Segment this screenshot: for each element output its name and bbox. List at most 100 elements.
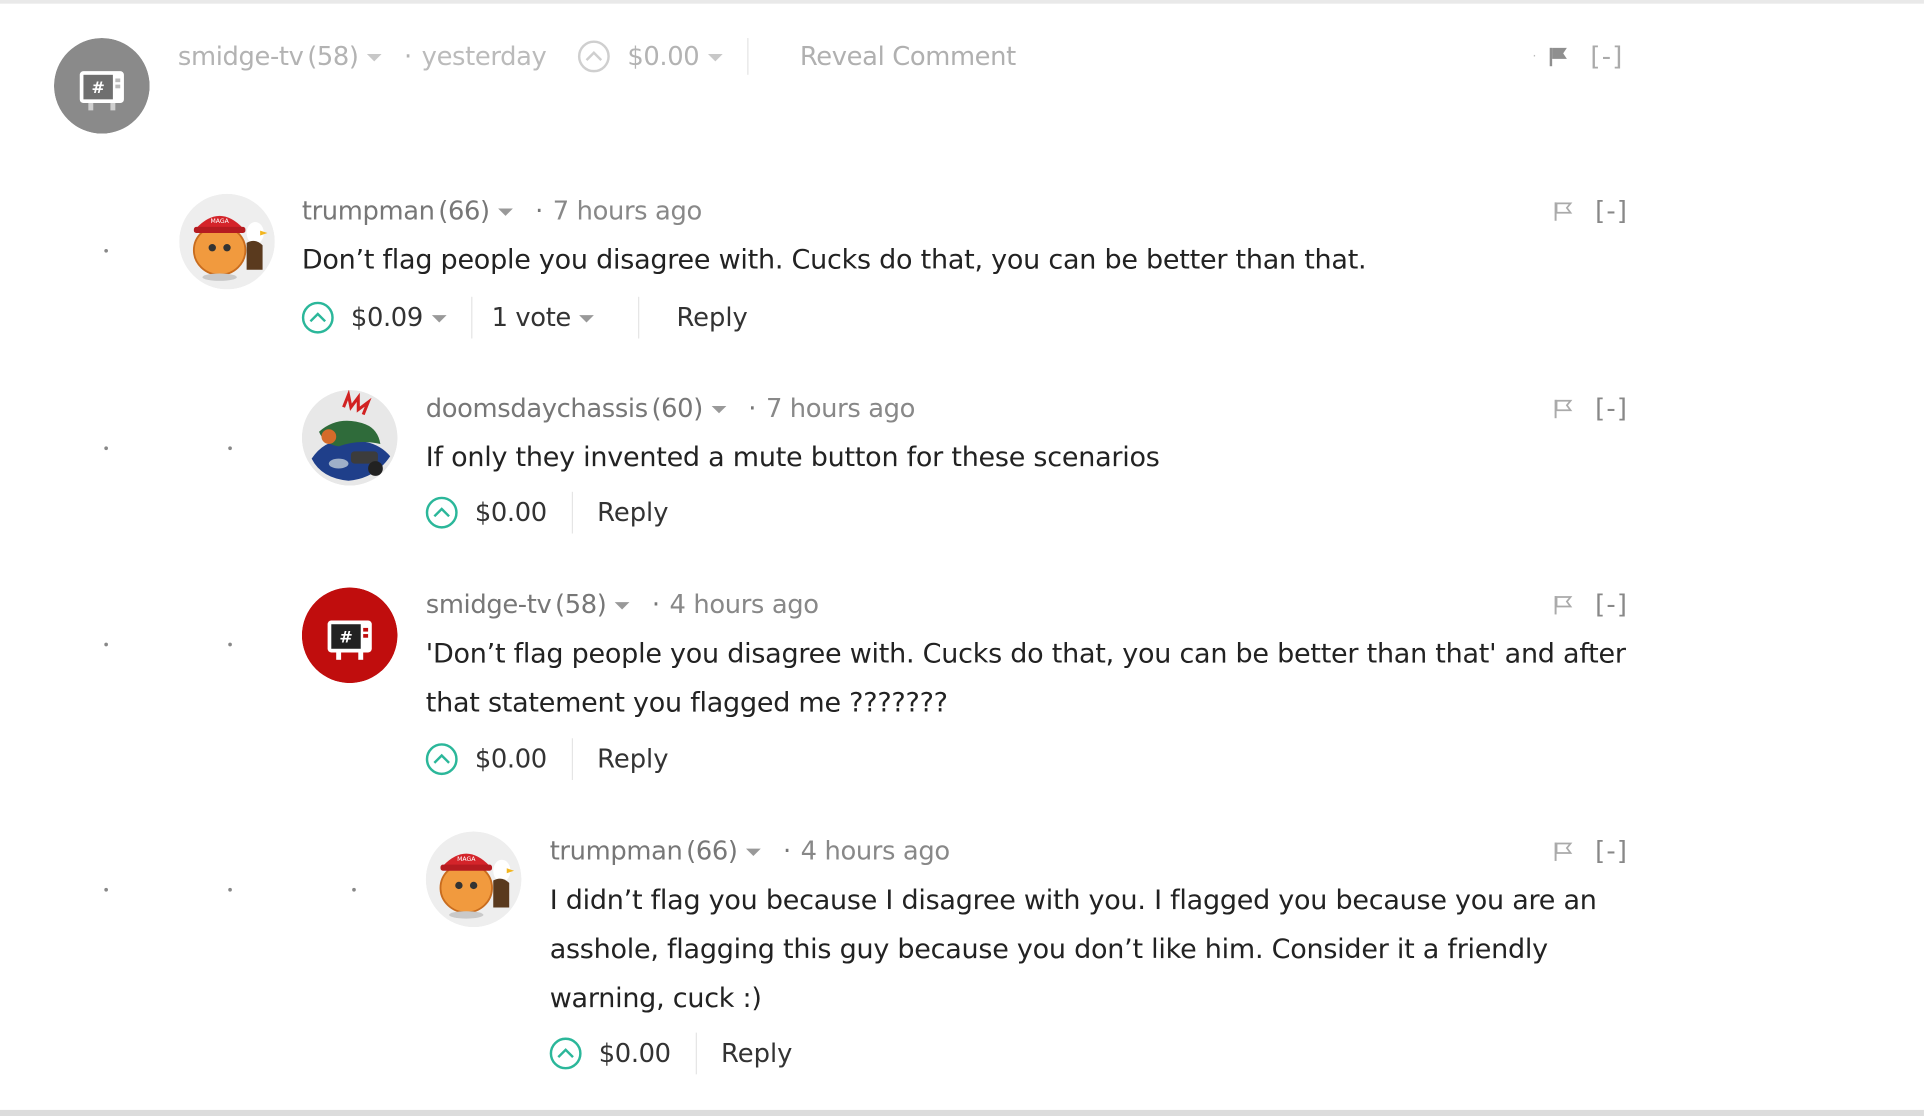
- bottom-border: [0, 1109, 1924, 1116]
- svg-text:MAGA: MAGA: [457, 856, 476, 863]
- comment-meta: doomsdaychassis (60) · 7 hours ago: [426, 389, 916, 428]
- separator-dot: ·: [782, 836, 791, 866]
- divider: [470, 296, 472, 339]
- comment-meta: smidge-tv (58) · 4 hours ago: [426, 585, 819, 624]
- thread-indent-dot: [352, 887, 356, 892]
- comment-controls: [-]: [1551, 585, 1628, 624]
- timestamp[interactable]: 7 hours ago: [766, 394, 915, 423]
- author-reputation: (66): [686, 836, 738, 866]
- dropdown-caret-icon[interactable]: [367, 53, 382, 62]
- avatar[interactable]: MAGA: [425, 831, 522, 928]
- upvote-chevron-icon: [433, 753, 450, 764]
- flag-icon[interactable]: [1551, 396, 1576, 421]
- comment-controls: [-]: [1551, 191, 1628, 230]
- divider: [571, 491, 573, 534]
- dropdown-caret-icon[interactable]: [431, 315, 447, 323]
- comment-body: I didn’t flag you because I disagree wit…: [550, 877, 1597, 1024]
- comment-body: Don’t flag people you disagree with. Cuc…: [302, 237, 1367, 286]
- avatar[interactable]: #: [301, 587, 398, 684]
- timestamp[interactable]: yesterday: [422, 42, 547, 71]
- upvote-button[interactable]: [549, 1037, 582, 1070]
- author-reputation: (58): [307, 41, 359, 72]
- flag-icon[interactable]: [1551, 199, 1576, 224]
- thread-indent-dot: [228, 446, 232, 451]
- thread-indent-dot: [228, 887, 232, 892]
- payout-value[interactable]: $0.00: [475, 744, 547, 773]
- author-name[interactable]: smidge-tv: [178, 42, 304, 71]
- comment-text: If only they invented a mute button for …: [425, 442, 1160, 474]
- dropdown-caret-icon[interactable]: [711, 405, 727, 414]
- avatar[interactable]: [301, 389, 398, 486]
- divider: [695, 1032, 697, 1075]
- author-name[interactable]: trumpman: [550, 836, 683, 865]
- flag-filled-icon[interactable]: [1546, 44, 1571, 69]
- reveal-comment-link[interactable]: Reveal Comment: [800, 42, 1016, 71]
- top-border: [0, 0, 1924, 4]
- collapse-toggle[interactable]: [-]: [1595, 590, 1628, 619]
- upvote-button[interactable]: [301, 301, 334, 334]
- thread-indent-dot: [104, 248, 108, 253]
- author-name[interactable]: doomsdaychassis: [426, 394, 648, 423]
- upvote-button[interactable]: [425, 743, 458, 776]
- tv-avatar-icon: #: [53, 38, 150, 134]
- divider: [638, 296, 640, 339]
- reply-button[interactable]: Reply: [676, 303, 747, 332]
- avatar[interactable]: MAGA: [179, 193, 275, 290]
- author-name[interactable]: trumpman: [302, 196, 435, 225]
- dropdown-caret-icon[interactable]: [579, 315, 595, 323]
- upvote-chevron-icon: [557, 1048, 574, 1059]
- collapse-toggle[interactable]: [-]: [1590, 42, 1623, 71]
- collapse-toggle[interactable]: [-]: [1595, 196, 1628, 225]
- thread-indent-dot: [104, 446, 108, 451]
- comment-meta: trumpman (66) · 7 hours ago: [302, 191, 702, 230]
- thread-indent-dot: [104, 642, 108, 647]
- separator-dot: ·: [1532, 49, 1537, 64]
- author-name[interactable]: smidge-tv: [426, 590, 552, 619]
- payout-value[interactable]: $0.00: [627, 42, 699, 71]
- thread-indent-dot: [228, 642, 232, 647]
- separator-dot: ·: [748, 393, 757, 424]
- comment-text-line: 'Don’t flag people you disagree with. Cu…: [425, 638, 1626, 670]
- comment-controls: [-]: [1551, 389, 1628, 428]
- avatar[interactable]: #: [53, 38, 150, 134]
- timestamp[interactable]: 7 hours ago: [553, 196, 702, 225]
- collapse-toggle[interactable]: [-]: [1595, 394, 1628, 423]
- comment-text-line: asshole, flagging this guy because you d…: [549, 934, 1548, 966]
- svg-text:#: #: [91, 78, 104, 97]
- comment-actions: $0.00 Reply: [425, 491, 668, 534]
- payout-value[interactable]: $0.00: [475, 498, 547, 527]
- dropdown-caret-icon[interactable]: [615, 602, 630, 610]
- upvote-button[interactable]: [578, 40, 611, 73]
- comment-text: Don’t flag people you disagree with. Cuc…: [301, 245, 1367, 276]
- reply-button[interactable]: Reply: [597, 744, 668, 773]
- comment-body: 'Don’t flag people you disagree with. Cu…: [426, 630, 1626, 728]
- upvote-button[interactable]: [425, 496, 458, 529]
- collapse-toggle[interactable]: [-]: [1595, 836, 1628, 865]
- reply-button[interactable]: Reply: [597, 498, 668, 527]
- divider: [747, 38, 749, 75]
- payout-value[interactable]: $0.09: [351, 303, 423, 332]
- timestamp[interactable]: 4 hours ago: [801, 836, 950, 865]
- separator-dot: ·: [535, 196, 543, 226]
- separator-dot: ·: [404, 41, 412, 72]
- comment-actions: $0.00 Reply: [425, 738, 668, 780]
- separator-dot: ·: [651, 589, 660, 620]
- thread-indent-dot: [104, 887, 108, 892]
- upvote-chevron-icon: [309, 312, 327, 323]
- comment-text-line: I didn’t flag you because I disagree wit…: [549, 885, 1597, 917]
- dropdown-caret-icon[interactable]: [746, 848, 761, 857]
- comment-text-line: warning, cuck :): [549, 983, 762, 1015]
- payout-value[interactable]: $0.00: [599, 1039, 671, 1068]
- vote-count[interactable]: 1 vote: [492, 303, 572, 332]
- flag-icon[interactable]: [1551, 839, 1576, 864]
- timestamp[interactable]: 4 hours ago: [670, 590, 819, 619]
- upvote-chevron-icon: [433, 507, 450, 518]
- author-reputation: (58): [555, 589, 607, 620]
- flag-icon[interactable]: [1551, 592, 1576, 617]
- comment-actions: $0.09 1 vote Reply: [301, 296, 748, 339]
- tv-avatar-icon: #: [301, 587, 398, 684]
- reply-button[interactable]: Reply: [721, 1039, 792, 1068]
- dropdown-caret-icon[interactable]: [498, 208, 514, 216]
- comment-meta: smidge-tv (58) · yesterday $0.00 Reveal …: [178, 37, 1016, 76]
- dropdown-caret-icon[interactable]: [707, 53, 723, 62]
